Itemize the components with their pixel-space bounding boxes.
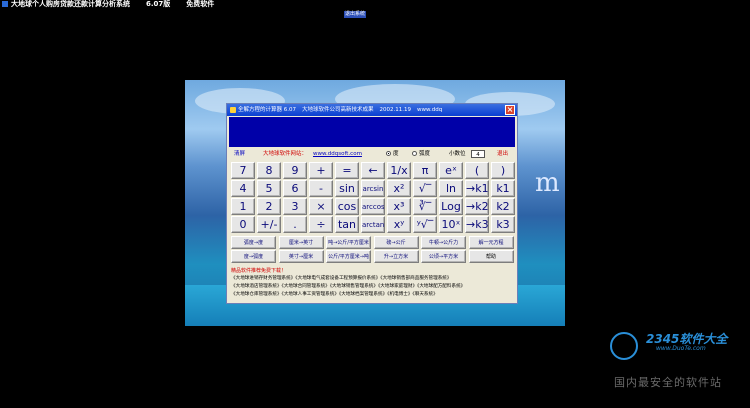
key-button[interactable]: →k3 xyxy=(465,216,489,233)
key-button[interactable]: 9 xyxy=(283,162,307,179)
key-button[interactable]: × xyxy=(309,198,333,215)
key-button[interactable]: 4 xyxy=(231,180,255,197)
options-row: 清屏 大地球软件网站： www.ddqsoft.com 度 弧度 小数位 4 退… xyxy=(227,148,517,160)
ads-list: 《大地球进销存财务管理系统》《大地球电气成套设备工程预算报价系统》《大地球销售部… xyxy=(231,275,515,299)
conversion-button[interactable]: 解一元方程 xyxy=(468,236,514,249)
ads-line[interactable]: 《大地球酒店管理系统》《大地球合同管理系统》《大地球销售管理系统》《大地球家庭理… xyxy=(231,283,515,291)
key-button[interactable]: 8 xyxy=(257,162,281,179)
app-icon xyxy=(2,1,8,7)
app-free-label: 免费软件 xyxy=(186,0,215,8)
key-button[interactable]: ← xyxy=(361,162,385,179)
key-button[interactable]: 7 xyxy=(231,162,255,179)
watermark-url: www.DuoTe.com xyxy=(656,345,706,352)
app-title-bar: 大地球个人购房贷款还款计算分析系统 6.07版 免费软件 xyxy=(0,0,750,9)
site-watermark: 2345软件大全 www.DuoTe.com 国内最安全的软件站 xyxy=(606,330,746,390)
key-button[interactable]: x² xyxy=(387,180,411,197)
key-button[interactable]: 1/x xyxy=(387,162,411,179)
exit-button[interactable]: 退出 xyxy=(497,148,508,160)
key-button[interactable]: 5 xyxy=(257,180,281,197)
key-button[interactable]: xʸ xyxy=(387,216,411,233)
key-button[interactable]: - xyxy=(309,180,333,197)
dialog-extra: www.ddq xyxy=(417,107,443,113)
conversion-button[interactable]: 度→弧度 xyxy=(231,250,276,263)
key-button[interactable]: 3 xyxy=(283,198,307,215)
key-button[interactable]: 6 xyxy=(283,180,307,197)
ads-line[interactable]: 《大地球仓库管理系统》《大地球人事工资管理系统》《大地球档案管理系统》《机电博士… xyxy=(231,291,515,299)
key-button[interactable]: ÷ xyxy=(309,216,333,233)
key-button[interactable]: →k2 xyxy=(465,198,489,215)
key-button[interactable]: . xyxy=(283,216,307,233)
clear-button[interactable]: 清屏 xyxy=(234,148,245,160)
app-version: 6.07版 xyxy=(146,0,171,8)
ads-line[interactable]: 《大地球进销存财务管理系统》《大地球电气成套设备工程预算报价系统》《大地球销售部… xyxy=(231,275,515,283)
key-button[interactable]: ʸ√‾ xyxy=(413,216,437,233)
degree-label: 度 xyxy=(393,151,399,157)
conversion-button[interactable]: 公顷→平方米 xyxy=(421,250,466,263)
dialog-date: 2002.11.19 xyxy=(379,107,412,113)
key-button[interactable]: sin xyxy=(335,180,359,197)
key-button[interactable]: →k1 xyxy=(465,180,489,197)
key-button[interactable]: π xyxy=(413,162,437,179)
key-button[interactable]: 10ˣ xyxy=(439,216,463,233)
key-button[interactable]: +/- xyxy=(257,216,281,233)
calculator-dialog: 全解方程的计算器 6.07 大地球软件公司高新技术成果 2002.11.19 www.… xyxy=(226,103,518,304)
site-link[interactable]: www.ddqsoft.com xyxy=(313,148,362,160)
calculator-icon xyxy=(230,106,236,113)
dialog-title: 全解方程的计算器 6.07 xyxy=(238,107,296,113)
degree-radio[interactable] xyxy=(386,151,391,156)
conversion-button[interactable]: 吨→公斤/平方厘米 xyxy=(326,236,371,249)
conversion-button[interactable]: 磅→公斤 xyxy=(373,236,419,249)
app-title: 大地球个人购房贷款还款计算分析系统 xyxy=(11,0,130,8)
key-button[interactable]: 0 xyxy=(231,216,255,233)
degree-option[interactable]: 度 xyxy=(386,148,399,160)
exit-system-link[interactable]: 退出系统 xyxy=(344,11,366,18)
watermark-globe-icon xyxy=(610,332,638,360)
key-button[interactable]: + xyxy=(309,162,333,179)
radian-label: 弧度 xyxy=(419,151,431,157)
key-button[interactable]: arcsin xyxy=(361,180,385,197)
decimals-label: 小数位 xyxy=(449,151,466,157)
help-button[interactable]: 帮助 xyxy=(468,250,514,263)
key-button[interactable]: 1 xyxy=(231,198,255,215)
decimals-input[interactable]: 4 xyxy=(471,150,485,158)
conversion-button[interactable]: 公斤/平方厘米→吨 xyxy=(326,250,371,263)
close-icon[interactable]: × xyxy=(505,105,515,115)
key-button[interactable]: x³ xyxy=(387,198,411,215)
key-button[interactable]: ) xyxy=(491,162,515,179)
conversion-button[interactable]: 牛顿→公斤力 xyxy=(421,236,466,249)
dialog-company: 大地球软件公司高新技术成果 xyxy=(302,107,374,113)
conversion-button[interactable]: 升→立方米 xyxy=(373,250,419,263)
key-button[interactable]: √‾ xyxy=(413,180,437,197)
key-button[interactable]: ( xyxy=(465,162,489,179)
key-button[interactable]: Log xyxy=(439,198,463,215)
key-button[interactable]: ∛‾ xyxy=(413,198,437,215)
key-button[interactable]: = xyxy=(335,162,359,179)
ads-title[interactable]: 精品软件推荐免费下载！ xyxy=(231,267,286,274)
watermark-slogan: 国内最安全的软件站 xyxy=(614,376,722,389)
radian-option[interactable]: 弧度 xyxy=(412,148,430,160)
radian-radio[interactable] xyxy=(412,151,417,156)
key-button[interactable]: k1 xyxy=(491,180,515,197)
key-button[interactable]: 2 xyxy=(257,198,281,215)
key-button[interactable]: k2 xyxy=(491,198,515,215)
key-button[interactable]: arccos xyxy=(361,198,385,215)
key-button[interactable]: arctan xyxy=(361,216,385,233)
dialog-titlebar[interactable]: 全解方程的计算器 6.07 大地球软件公司高新技术成果 2002.11.19 www.… xyxy=(227,104,517,116)
key-button[interactable]: eˣ xyxy=(439,162,463,179)
key-button[interactable]: ln xyxy=(439,180,463,197)
key-button[interactable]: k3 xyxy=(491,216,515,233)
key-button[interactable]: cos xyxy=(335,198,359,215)
conversion-button[interactable]: 厘米→英寸 xyxy=(278,236,324,249)
conversion-button[interactable]: 英寸→厘米 xyxy=(278,250,324,263)
key-button[interactable]: tan xyxy=(335,216,359,233)
conversion-button[interactable]: 弧度→度 xyxy=(231,236,276,249)
background-logo-right: m xyxy=(535,168,560,198)
calculator-display xyxy=(229,117,515,147)
site-label: 大地球软件网站： xyxy=(263,151,308,157)
